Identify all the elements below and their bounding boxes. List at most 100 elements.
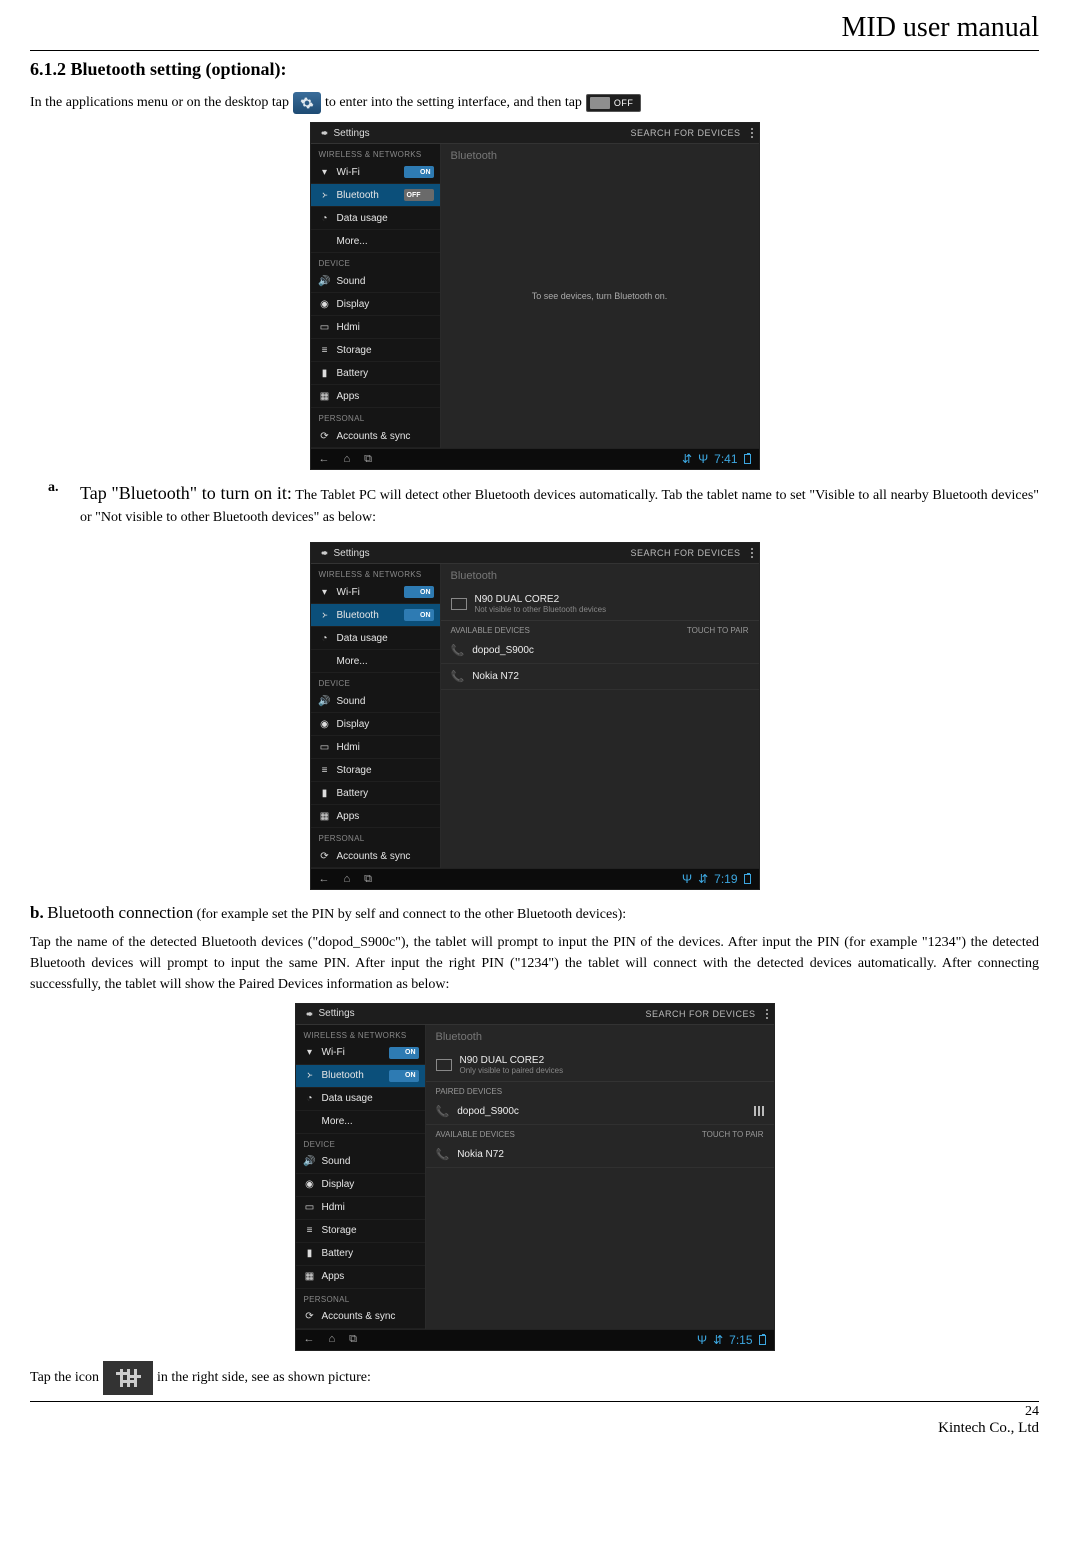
sidebar-item-wifi[interactable]: ▾Wi-Fi (311, 581, 440, 604)
home-icon[interactable]: ⌂ (329, 1333, 336, 1346)
sidebar-item-wifi[interactable]: ▾ Wi-Fi (296, 1042, 425, 1065)
settings-screenshot-3: Settings SEARCH FOR DEVICES WIRELESS & N… (295, 1003, 775, 1351)
sidebar-label: Data usage (337, 633, 388, 644)
sidebar-item-display[interactable]: ◉Display (311, 713, 440, 736)
item-b-title: Bluetooth connection (47, 903, 193, 922)
off-label: OFF (614, 98, 638, 108)
bluetooth-self-row[interactable]: N90 DUAL CORE2 Only visible to paired de… (426, 1049, 774, 1082)
sidebar-label: Apps (337, 391, 360, 402)
sidebar-label: Data usage (337, 213, 388, 224)
sidebar-label: More... (322, 1116, 353, 1127)
sidebar-item-data-usage[interactable]: ◔Data usage (296, 1088, 425, 1111)
wifi-toggle[interactable] (404, 586, 434, 598)
recents-icon[interactable]: ⧉ (364, 453, 372, 466)
category-personal: PERSONAL (296, 1289, 425, 1306)
battery-status-icon (744, 454, 751, 464)
sidebar-label: Hdmi (337, 742, 360, 753)
sidebar-item-hdmi[interactable]: ▭Hdmi (296, 1197, 425, 1220)
display-icon: ◉ (304, 1179, 316, 1191)
settings-main-panel: Bluetooth N90 DUAL CORE2 Not visible to … (441, 564, 759, 868)
search-for-devices-button[interactable]: SEARCH FOR DEVICES (645, 1009, 755, 1019)
sidebar-label: Storage (337, 345, 372, 356)
sidebar-label: More... (337, 656, 368, 667)
sidebar-label: Storage (337, 765, 372, 776)
sidebar-item-bluetooth[interactable]: ᚛Bluetooth (311, 604, 440, 627)
sidebar-item-hdmi[interactable]: ▭Hdmi (311, 316, 440, 339)
settings-app-icon (293, 92, 321, 114)
bluetooth-toggle[interactable] (404, 609, 434, 621)
item-b-heading-line: b. Bluetooth connection (for example set… (30, 900, 1039, 926)
wifi-toggle[interactable] (389, 1047, 419, 1059)
sidebar-item-bluetooth[interactable]: ᚛Bluetooth (296, 1065, 425, 1088)
sidebar-item-display[interactable]: ◉Display (296, 1174, 425, 1197)
usb-icon-2: ⇵ (713, 1333, 723, 1347)
sidebar-item-apps[interactable]: ▦Apps (311, 385, 440, 408)
usb-icon: ⇵ (682, 452, 692, 466)
device-settings-icon[interactable] (754, 1106, 764, 1116)
wifi-icon: ▾ (304, 1047, 316, 1059)
sidebar-item-accounts[interactable]: ⟳Accounts & sync (311, 845, 440, 868)
sidebar-item-battery[interactable]: ▮Battery (311, 782, 440, 805)
phone-icon: 📞 (436, 1148, 450, 1161)
paired-device-row[interactable]: 📞dopod_S900c (426, 1099, 774, 1125)
sidebar-item-hdmi[interactable]: ▭Hdmi (311, 736, 440, 759)
home-icon[interactable]: ⌂ (344, 873, 351, 886)
sidebar-item-storage[interactable]: ≡Storage (296, 1220, 425, 1243)
bluetooth-toggle[interactable] (404, 189, 434, 201)
available-device-row[interactable]: 📞dopod_S900c (441, 638, 759, 664)
sidebar-item-more[interactable]: More... (311, 230, 440, 253)
sidebar-item-battery[interactable]: ▮Battery (296, 1243, 425, 1266)
item-a-marker: a. (48, 480, 62, 534)
overflow-menu-icon[interactable] (766, 1009, 768, 1019)
search-for-devices-button[interactable]: SEARCH FOR DEVICES (630, 548, 740, 558)
search-for-devices-button[interactable]: SEARCH FOR DEVICES (630, 128, 740, 138)
sidebar-item-apps[interactable]: ▦Apps (296, 1266, 425, 1289)
sidebar-item-wifi[interactable]: ▾Wi-Fi (311, 161, 440, 184)
device-name: dopod_S900c (457, 1106, 519, 1117)
recents-icon[interactable]: ⧉ (364, 873, 372, 886)
bluetooth-off-message: To see devices, turn Bluetooth on. (532, 291, 668, 301)
data-usage-icon: ◔ (319, 212, 331, 224)
home-icon[interactable]: ⌂ (344, 453, 351, 466)
back-icon[interactable]: ← (319, 453, 330, 466)
sidebar-item-storage[interactable]: ≡Storage (311, 339, 440, 362)
bluetooth-self-row[interactable]: N90 DUAL CORE2 Not visible to other Blue… (441, 588, 759, 621)
available-device-row[interactable]: 📞Nokia N72 (441, 664, 759, 690)
sidebar-item-sound[interactable]: 🔊Sound (296, 1151, 425, 1174)
available-device-row[interactable]: 📞Nokia N72 (426, 1142, 774, 1168)
sidebar-item-sound[interactable]: 🔊Sound (311, 690, 440, 713)
sidebar-item-bluetooth[interactable]: ᚛Bluetooth (311, 184, 440, 207)
overflow-menu-icon[interactable] (751, 548, 753, 558)
sidebar-item-data-usage[interactable]: ◔Data usage (311, 627, 440, 650)
sidebar-item-accounts[interactable]: ⟳Accounts & sync (296, 1306, 425, 1329)
back-icon[interactable]: ← (304, 1333, 315, 1346)
back-icon[interactable]: ← (319, 873, 330, 886)
intro-text-1: In the applications menu or on the deskt… (30, 95, 289, 111)
wifi-toggle[interactable] (404, 166, 434, 178)
usb-icon: Ψ (697, 1333, 707, 1347)
sidebar-item-sound[interactable]: 🔊Sound (311, 270, 440, 293)
sidebar-label: Wi-Fi (322, 1047, 345, 1058)
recents-icon[interactable]: ⧉ (349, 1333, 357, 1346)
sidebar-label: More... (337, 236, 368, 247)
sidebar-label: Data usage (322, 1093, 373, 1104)
overflow-menu-icon[interactable] (751, 128, 753, 138)
sidebar-item-accounts[interactable]: ⟳Accounts & sync (311, 425, 440, 448)
sidebar-item-display[interactable]: ◉Display (311, 293, 440, 316)
sidebar-label: Bluetooth (337, 190, 379, 201)
sidebar-label: Display (337, 299, 370, 310)
sidebar-item-data-usage[interactable]: ◔ Data usage (311, 207, 440, 230)
item-b-subtitle: (for example set the PIN by self and con… (197, 907, 627, 922)
touch-to-pair-header: TOUCH TO PAIR (702, 1130, 764, 1139)
hdmi-icon: ▭ (304, 1202, 316, 1214)
sidebar-item-apps[interactable]: ▦Apps (311, 805, 440, 828)
sound-icon: 🔊 (304, 1156, 316, 1168)
sidebar-item-more[interactable]: More... (311, 650, 440, 673)
bluetooth-toggle[interactable] (389, 1070, 419, 1082)
sidebar-item-battery[interactable]: ▮Battery (311, 362, 440, 385)
item-a-lead: Tap "Bluetooth" to turn on it: (80, 483, 292, 503)
sidebar-item-storage[interactable]: ≡Storage (311, 759, 440, 782)
self-device-name: N90 DUAL CORE2 (460, 1055, 564, 1066)
sidebar-item-more[interactable]: More... (296, 1111, 425, 1134)
usb-icon-2: ⇵ (698, 872, 708, 886)
